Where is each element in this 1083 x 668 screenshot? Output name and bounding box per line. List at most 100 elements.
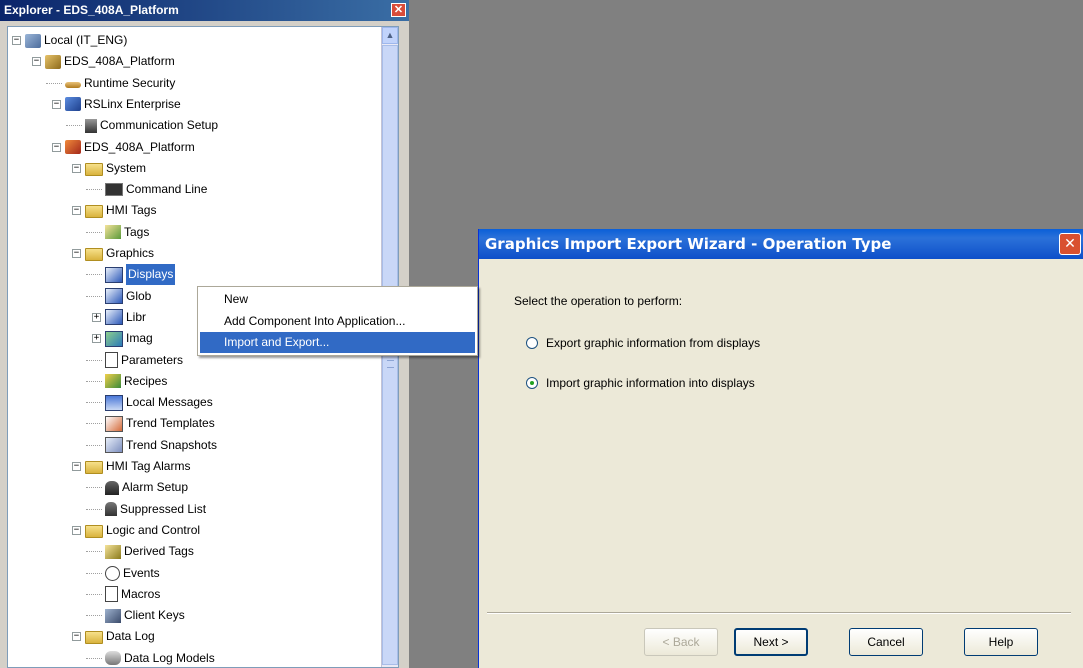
tree-node[interactable]: Trend Snapshots <box>86 435 217 456</box>
operation-prompt: Select the operation to perform: <box>514 294 683 308</box>
context-menu: New Add Component Into Application... Im… <box>197 286 478 356</box>
collapse-icon[interactable]: − <box>72 525 81 535</box>
menu-item-new[interactable]: New <box>200 289 475 310</box>
tree-node[interactable]: Runtime Security <box>46 73 175 94</box>
tree-node[interactable]: Suppressed List <box>86 499 207 520</box>
collapse-icon[interactable]: − <box>52 142 61 152</box>
tree-node[interactable]: Glob <box>86 286 151 307</box>
tree-node[interactable]: − RSLinx Enterprise <box>52 94 181 115</box>
scroll-grip <box>387 360 394 368</box>
menu-item-import-export[interactable]: Import and Export... <box>200 332 475 353</box>
tree-node-label: Local Messages <box>126 395 213 410</box>
client-keys-icon <box>105 608 121 623</box>
collapse-icon[interactable]: − <box>32 57 41 67</box>
tree-node[interactable]: Macros <box>86 584 160 605</box>
tree-node-label: System <box>106 160 147 175</box>
wizard-separator <box>487 612 1071 614</box>
close-icon[interactable]: ✕ <box>1059 233 1081 255</box>
tree-line <box>86 615 102 617</box>
tree-line <box>86 274 102 276</box>
tree-node[interactable]: Events <box>86 563 160 584</box>
tree-node[interactable]: Communication Setup <box>66 115 219 136</box>
tree-node[interactable]: − HMI Tags <box>72 200 156 221</box>
export-option-label: Export graphic information from displays <box>546 336 761 350</box>
tree-node[interactable]: Data Log Models <box>86 648 215 667</box>
collapse-icon[interactable]: − <box>52 99 61 109</box>
tree-node[interactable]: − Data Log <box>72 626 155 647</box>
tree-node[interactable]: + Libr <box>92 307 146 328</box>
expand-icon[interactable]: + <box>92 334 101 344</box>
tree-node[interactable]: Trend Templates <box>86 413 215 434</box>
tree-node[interactable]: Parameters <box>86 350 183 371</box>
tree-node-label: Libr <box>126 309 147 324</box>
scroll-up-icon[interactable]: ▲ <box>382 27 398 44</box>
help-button[interactable]: Help <box>964 628 1038 656</box>
collapse-icon[interactable]: − <box>72 462 81 471</box>
expand-icon[interactable]: + <box>92 312 101 322</box>
tree-node[interactable]: − Graphics <box>72 243 154 264</box>
tree-node-label: Alarm Setup <box>122 480 189 495</box>
parameters-icon <box>105 352 118 368</box>
tree-node[interactable]: − HMI Tag Alarms <box>72 456 190 477</box>
network-icon <box>65 97 81 112</box>
tree-node-label: Communication Setup <box>100 118 219 133</box>
import-export-wizard: Graphics Import Export Wizard - Operatio… <box>478 229 1083 668</box>
tree-node[interactable]: − EDS_408A_Platform <box>32 51 175 72</box>
alarm-setup-icon <box>105 480 119 495</box>
tree-line <box>86 551 102 553</box>
collapse-icon[interactable]: − <box>72 632 81 642</box>
events-icon <box>105 565 120 581</box>
export-radio[interactable] <box>526 337 538 349</box>
tags-icon <box>105 225 121 240</box>
cancel-button[interactable]: Cancel <box>849 628 923 656</box>
tree-line <box>86 657 102 659</box>
next-button[interactable]: Next > <box>734 628 808 656</box>
tree-node[interactable]: − EDS_408A_Platform <box>52 137 195 158</box>
collapse-icon[interactable]: − <box>72 249 81 258</box>
tree-line <box>86 359 102 361</box>
displays-icon <box>105 309 123 326</box>
tree-node[interactable]: Client Keys <box>86 605 185 626</box>
tree-node-label: Client Keys <box>124 608 185 623</box>
tree-node[interactable]: Command Line <box>86 179 207 200</box>
wizard-title-bar: Graphics Import Export Wizard - Operatio… <box>479 229 1083 259</box>
collapse-icon[interactable]: − <box>72 206 81 216</box>
tree-node-label: Suppressed List <box>120 501 207 516</box>
tree-node-label: HMI Tag Alarms <box>106 459 191 473</box>
tree-line <box>46 82 62 84</box>
tree-node[interactable]: Derived Tags <box>86 541 194 562</box>
tree-node-label: EDS_408A_Platform <box>84 139 195 154</box>
back-button[interactable]: < Back <box>644 628 718 656</box>
menu-item-add-component[interactable]: Add Component Into Application... <box>200 311 475 332</box>
wizard-title: Graphics Import Export Wizard - Operatio… <box>485 235 892 253</box>
export-option[interactable]: Export graphic information from displays <box>526 336 760 350</box>
trend-snapshots-icon <box>105 437 123 454</box>
tree-node[interactable]: Alarm Setup <box>86 477 189 498</box>
tree-node[interactable]: Recipes <box>86 371 167 392</box>
tree-line <box>86 189 102 191</box>
images-icon <box>105 330 123 347</box>
collapse-icon[interactable]: − <box>72 163 81 173</box>
close-icon[interactable]: ✕ <box>391 3 406 17</box>
tree-node-label: Graphics <box>106 246 155 260</box>
tree-node-label: Displays <box>126 264 176 286</box>
tree-node[interactable]: − System <box>72 158 146 179</box>
tree-node-label: Data Log Models <box>124 650 215 665</box>
tree-line <box>86 295 102 297</box>
tree-node[interactable]: + Imag <box>92 328 153 349</box>
tree-node[interactable]: − Logic and Control <box>72 520 200 541</box>
tree-node[interactable]: Displays <box>86 264 176 286</box>
import-option[interactable]: Import graphic information into displays <box>526 376 755 390</box>
tree-node[interactable]: Tags <box>86 222 150 243</box>
explorer-title-bar: Explorer - EDS_408A_Platform ✕ <box>0 0 409 21</box>
import-radio[interactable] <box>526 377 538 389</box>
command-line-icon <box>105 183 123 197</box>
import-option-label: Import graphic information into displays <box>546 376 755 390</box>
tree-node[interactable]: − Local (IT_ENG) <box>12 30 127 51</box>
tree-node-label: Tags <box>124 224 150 239</box>
folder-icon <box>85 524 103 538</box>
tree-node[interactable]: Local Messages <box>86 392 213 413</box>
collapse-icon[interactable]: − <box>12 36 21 45</box>
tree-line <box>86 402 102 404</box>
suppressed-list-icon <box>105 502 117 517</box>
